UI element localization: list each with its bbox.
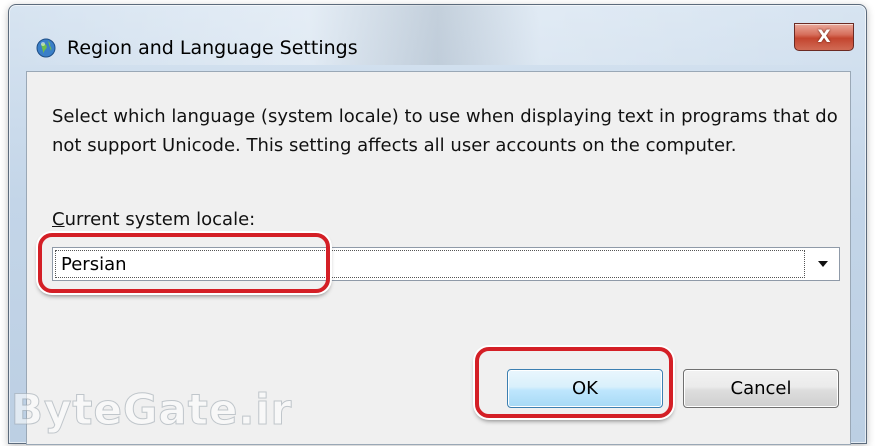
system-locale-dropdown[interactable]: Persian (52, 247, 840, 281)
title-bar[interactable]: Region and Language Settings X (9, 5, 866, 65)
cancel-button[interactable]: Cancel (683, 369, 839, 408)
description-text: Select which language (system locale) to… (52, 106, 838, 156)
dropdown-arrow-icon[interactable] (808, 249, 838, 279)
watermark: ByteGate.ir (10, 385, 293, 435)
dialog-window: Region and Language Settings X Select wh… (8, 4, 867, 445)
ok-button[interactable]: OK (507, 369, 663, 408)
current-locale-label-text: urrent system locale: (64, 209, 256, 230)
accelerator-key: C (52, 209, 65, 230)
globe-icon (36, 38, 56, 58)
window-title: Region and Language Settings (67, 37, 358, 59)
current-locale-label: Current system locale: (52, 209, 255, 230)
close-button[interactable]: X (794, 23, 854, 51)
selected-locale-value: Persian (55, 250, 805, 278)
close-icon: X (817, 27, 831, 47)
